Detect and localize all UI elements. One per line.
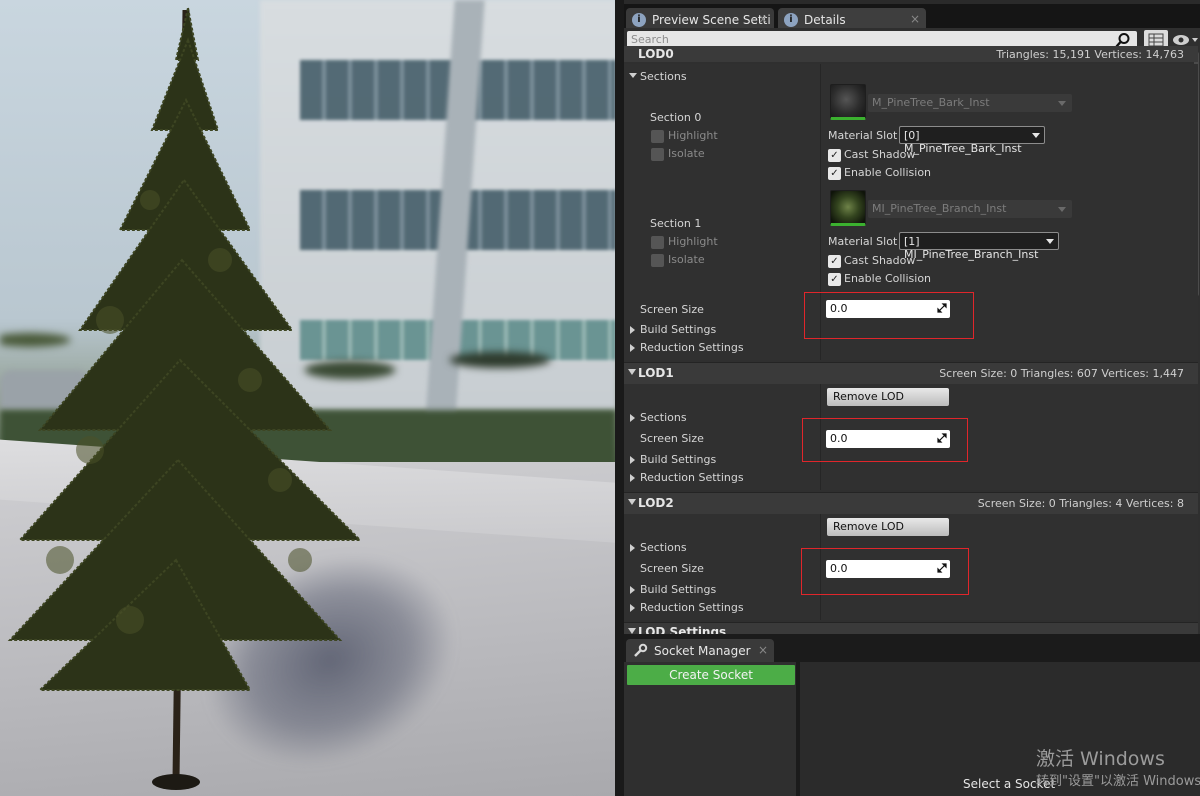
close-icon[interactable]: × [910, 12, 920, 26]
chevron-down-icon [1058, 101, 1066, 106]
lod1-stats: Screen Size: 0 Triangles: 607 Vertices: … [939, 367, 1184, 380]
screen-size-label: Screen Size [640, 432, 704, 445]
sections-label[interactable]: Sections [640, 411, 687, 424]
expand-arrow-icon[interactable] [630, 474, 635, 482]
lod2-stats: Screen Size: 0 Triangles: 4 Vertices: 8 [977, 497, 1184, 510]
activation-watermark-title: 激活 Windows [1036, 748, 1165, 770]
details-panel: Search LOD0 Triangles: 15,191 Vertices: … [624, 28, 1200, 634]
expand-arrow-icon[interactable] [630, 456, 635, 464]
expand-arrow-icon[interactable] [630, 326, 635, 334]
lod2-body: Remove LOD Sections Screen Size 0.0 Buil… [624, 514, 1198, 620]
material-name: MI_PineTree_Branch_Inst [872, 202, 1007, 215]
close-icon[interactable]: × [758, 12, 768, 26]
material-slot-dropdown[interactable]: [1] MI_PineTree_Branch_Inst [899, 232, 1059, 261]
expand-arrow-icon[interactable] [630, 586, 635, 594]
build-settings-label[interactable]: Build Settings [640, 583, 716, 596]
collapse-arrow-icon[interactable] [628, 499, 636, 505]
highlight-checkbox[interactable] [651, 130, 664, 143]
lod0-title: LOD0 [638, 47, 674, 61]
enable-collision-label: Enable Collision [844, 272, 932, 285]
viewport-border [615, 0, 624, 796]
tab-label: Details [804, 12, 846, 27]
material-slot-label: Material Slot [828, 235, 898, 248]
material-thumbnail-branch[interactable] [830, 190, 866, 226]
section-0-label: Section 0 [650, 111, 702, 124]
details-tabbar: i Preview Scene Setti × i Details × [624, 0, 1200, 31]
isolate-checkbox[interactable] [651, 148, 664, 161]
lod0-stats: Triangles: 15,191 Vertices: 14,763 [996, 48, 1184, 61]
lod0-body: Sections Section 0 Highlight Isolate M_P… [624, 64, 1198, 360]
section-1-label: Section 1 [650, 217, 702, 230]
search-placeholder: Search [631, 33, 669, 46]
highlight-label: Highlight [668, 129, 718, 142]
remove-lod-button[interactable]: Remove LOD [827, 518, 949, 536]
cast-shadow-label: Cast Shadow [844, 148, 916, 161]
enable-collision-label: Enable Collision [844, 166, 932, 179]
highlight-box [802, 418, 968, 462]
isolate-label: Isolate [668, 147, 705, 160]
chevron-down-icon [1058, 207, 1066, 212]
lod-settings-header[interactable]: LOD Settings [624, 622, 1198, 634]
isolate-label: Isolate [668, 253, 705, 266]
sections-label[interactable]: Sections [640, 541, 687, 554]
highlight-checkbox[interactable] [651, 236, 664, 249]
isolate-checkbox[interactable] [651, 254, 664, 267]
material-slot-value: [1] MI_PineTree_Branch_Inst [904, 235, 1039, 261]
expand-arrow-icon[interactable] [630, 604, 635, 612]
preview-viewport[interactable] [0, 0, 616, 796]
enable-collision-checkbox[interactable]: ✓ [828, 273, 841, 286]
collapse-arrow-icon[interactable] [628, 369, 636, 375]
highlight-box [801, 548, 969, 595]
material-slot-label: Material Slot [828, 129, 898, 142]
reduction-settings-label[interactable]: Reduction Settings [640, 601, 744, 614]
lod-settings-title: LOD Settings [638, 625, 727, 634]
reduction-settings-label[interactable]: Reduction Settings [640, 341, 744, 354]
expand-arrow-icon[interactable] [630, 414, 635, 422]
material-name: M_PineTree_Bark_Inst [872, 96, 990, 109]
chevron-down-icon [1032, 133, 1040, 138]
socket-manager-body: Create Socket Select a Socket 激活 Windows… [624, 662, 1200, 796]
material-slot-dropdown[interactable]: [0] M_PineTree_Bark_Inst [899, 126, 1045, 155]
lod1-header[interactable]: LOD1 Screen Size: 0 Triangles: 607 Verti… [624, 362, 1198, 384]
socket-manager-tabbar: Socket Manager × [624, 634, 1200, 662]
lod2-title: LOD2 [638, 496, 674, 510]
lod1-title: LOD1 [638, 366, 674, 380]
screen-size-label: Screen Size [640, 562, 704, 575]
remove-lod-button[interactable]: Remove LOD [827, 388, 949, 406]
tab-label: Preview Scene Setti [652, 12, 771, 27]
material-slot-value: [0] M_PineTree_Bark_Inst [904, 129, 1022, 155]
pine-tree-mesh [7, 7, 363, 790]
screen-size-label: Screen Size [640, 303, 704, 316]
tab-label: Socket Manager [654, 643, 751, 658]
material-thumbnail-bark[interactable] [830, 84, 866, 120]
wrench-icon [634, 643, 648, 657]
cast-shadow-checkbox[interactable]: ✓ [828, 149, 841, 162]
right-panel: i Preview Scene Setti × i Details × Sear… [624, 0, 1200, 796]
build-settings-label[interactable]: Build Settings [640, 453, 716, 466]
material-picker[interactable]: M_PineTree_Bark_Inst [868, 94, 1072, 112]
build-settings-label[interactable]: Build Settings [640, 323, 716, 336]
lod1-body: Remove LOD Sections Screen Size 0.0 Buil… [624, 384, 1198, 490]
activation-watermark-text: 转到"设置"以激活 Windows。 [1036, 774, 1200, 789]
info-icon: i [632, 12, 646, 27]
chevron-down-icon [1046, 239, 1054, 244]
enable-collision-checkbox[interactable]: ✓ [828, 167, 841, 180]
highlight-box [804, 292, 974, 339]
material-picker[interactable]: MI_PineTree_Branch_Inst [868, 200, 1072, 218]
expand-arrow-icon[interactable] [630, 544, 635, 552]
sections-label: Sections [640, 70, 687, 83]
collapse-arrow-icon[interactable] [629, 73, 637, 78]
tab-socket-manager[interactable]: Socket Manager × [626, 639, 774, 662]
close-icon[interactable]: × [758, 643, 768, 657]
expand-arrow-icon[interactable] [630, 344, 635, 352]
cast-shadow-label: Cast Shadow [844, 254, 916, 267]
socket-list: Create Socket [624, 662, 800, 796]
highlight-label: Highlight [668, 235, 718, 248]
reduction-settings-label[interactable]: Reduction Settings [640, 471, 744, 484]
info-icon: i [784, 12, 798, 27]
create-socket-button[interactable]: Create Socket [627, 665, 795, 685]
cast-shadow-checkbox[interactable]: ✓ [828, 255, 841, 268]
lod0-header[interactable]: LOD0 Triangles: 15,191 Vertices: 14,763 [624, 46, 1198, 62]
lod2-header[interactable]: LOD2 Screen Size: 0 Triangles: 4 Vertice… [624, 492, 1198, 514]
